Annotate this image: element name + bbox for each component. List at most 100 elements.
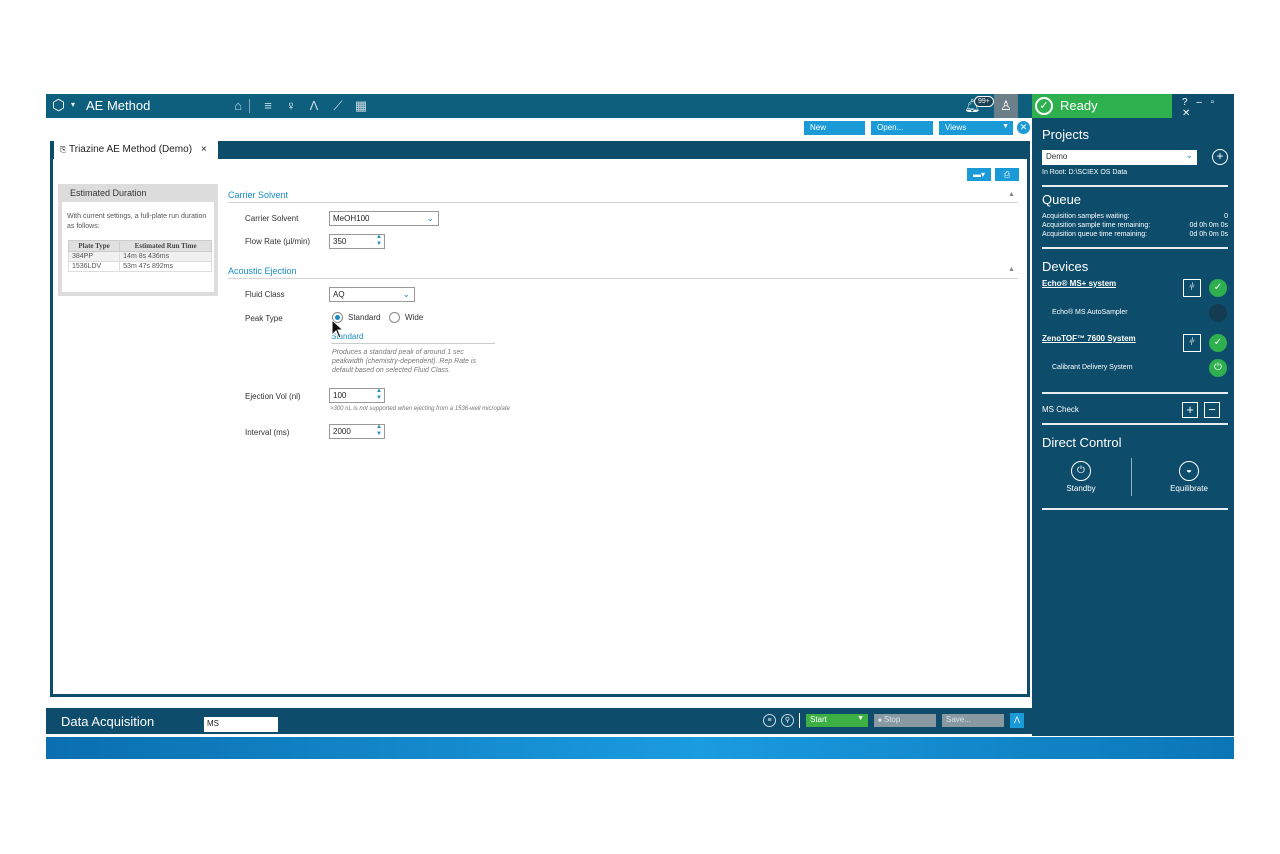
chevron-down-icon: ⌄ bbox=[402, 289, 410, 299]
document-tab-strip: ⎘ Triazine AE Method (Demo) × bbox=[50, 141, 1030, 159]
flow-rate-spinner[interactable]: 350 ▲ ▼ bbox=[329, 234, 385, 249]
column-header: Estimated Run Time bbox=[119, 240, 212, 252]
app-logo-icon[interactable]: ⬡ bbox=[52, 97, 68, 115]
sample-icon[interactable]: ⚲ bbox=[781, 714, 794, 727]
ms-input[interactable]: MS bbox=[204, 717, 278, 732]
close-icon[interactable]: ✕ bbox=[1017, 121, 1030, 134]
device-ok-icon: ✓ bbox=[1209, 334, 1227, 352]
divider bbox=[1042, 508, 1228, 510]
open-button[interactable]: Open... bbox=[871, 121, 933, 135]
save-button[interactable]: Save... bbox=[942, 714, 1004, 727]
spinner-arrows-icon[interactable]: ▲ ▼ bbox=[376, 234, 382, 248]
chart-icon[interactable]: ⟋ bbox=[330, 98, 346, 114]
divider bbox=[331, 343, 495, 344]
batch-icon[interactable]: ≡ bbox=[260, 98, 276, 114]
standby-icon[interactable]: ⏻ bbox=[1071, 461, 1091, 481]
chevron-down-icon: ⌄ bbox=[426, 213, 434, 223]
peak-standard-label[interactable]: Standard bbox=[348, 313, 380, 322]
start-button[interactable]: Start ▼ bbox=[806, 714, 868, 727]
fluid-class-select[interactable]: AQ ⌄ bbox=[329, 287, 415, 302]
devices-title: Devices bbox=[1042, 259, 1089, 274]
tune-icon[interactable]: ⫩ bbox=[1183, 334, 1201, 352]
carrier-solvent-label: Carrier Solvent bbox=[245, 214, 299, 223]
tune-icon[interactable]: ⫩ bbox=[1183, 279, 1201, 297]
plate-type-cell: 384PP bbox=[67, 251, 121, 262]
grid-icon[interactable]: ▦ bbox=[353, 98, 369, 114]
projects-title: Projects bbox=[1042, 127, 1089, 142]
title-bar: ⬡ ▾ AE Method ⌂ ≡ ♀ Λ ⟋ ▦ 🔔︎ 99+ ♙ bbox=[46, 94, 1032, 118]
device-offline-icon bbox=[1209, 304, 1227, 322]
data-acquisition-bar: Data Acquisition MS ≡ ⚲ Start ▼ ■ Stop S… bbox=[46, 708, 1032, 734]
add-project-icon[interactable]: + bbox=[1212, 149, 1228, 165]
chevron-down-icon[interactable]: ▾ bbox=[71, 100, 75, 109]
power-on-icon[interactable]: ⏻ bbox=[1209, 359, 1227, 377]
project-select[interactable]: Demo ⌄ bbox=[1042, 150, 1197, 165]
app-title: AE Method bbox=[86, 98, 151, 113]
data-acquisition-title: Data Acquisition bbox=[61, 714, 155, 729]
carrier-solvent-section-title: Carrier Solvent bbox=[228, 190, 289, 200]
device-echo-link[interactable]: Echo® MS+ system bbox=[1042, 279, 1116, 288]
estimated-duration-panel: Estimated Duration With current settings… bbox=[58, 184, 218, 296]
ms-check-label: MS Check bbox=[1042, 405, 1079, 414]
tab-triazine-method[interactable]: ⎘ Triazine AE Method (Demo) × bbox=[54, 141, 218, 159]
tab-close-icon[interactable]: × bbox=[201, 144, 207, 155]
views-dropdown[interactable]: Views ▼ bbox=[939, 121, 1013, 135]
fluid-class-value: AQ bbox=[333, 290, 345, 299]
queue-item-value: 0 bbox=[1224, 213, 1228, 220]
chevron-down-icon: ▼ bbox=[1002, 123, 1009, 130]
table-row: 384PP 14m 8s 436ms bbox=[67, 251, 212, 262]
equilibrate-label[interactable]: Equilibrate bbox=[1159, 484, 1219, 493]
spinner-arrows-icon[interactable]: ▲ ▼ bbox=[376, 388, 382, 402]
interval-spinner[interactable]: 2000 ▲ ▼ bbox=[329, 424, 385, 439]
ejection-volume-spinner[interactable]: 100 ▲ ▼ bbox=[329, 388, 385, 403]
estimated-duration-title: Estimated Duration bbox=[70, 188, 147, 198]
standby-label[interactable]: Standby bbox=[1051, 484, 1111, 493]
save-dropdown-icon[interactable]: ▬▾ bbox=[967, 168, 991, 181]
peak-wide-label[interactable]: Wide bbox=[405, 313, 423, 322]
flow-rate-label: Flow Rate (µl/min) bbox=[245, 237, 311, 246]
stop-button[interactable]: ■ Stop bbox=[874, 714, 936, 727]
ae-method-icon[interactable]: ♀ bbox=[283, 98, 299, 114]
chevron-down-icon: ▼ bbox=[857, 715, 864, 722]
start-label: Start bbox=[810, 715, 827, 724]
carrier-solvent-value: MeOH100 bbox=[333, 214, 370, 223]
plate-type-cell: 1536LDV bbox=[67, 261, 121, 272]
divider bbox=[228, 202, 1018, 203]
user-icon[interactable]: ♙ bbox=[994, 94, 1018, 118]
queue-icon[interactable]: ≡ bbox=[763, 714, 776, 727]
analytics-logo-icon[interactable]: Λ bbox=[1010, 713, 1024, 728]
carrier-solvent-select[interactable]: MeOH100 ⌄ bbox=[329, 211, 439, 226]
new-button[interactable]: New bbox=[804, 121, 865, 135]
plus-icon[interactable]: + bbox=[1182, 402, 1198, 418]
tab-label: Triazine AE Method (Demo) bbox=[69, 144, 193, 155]
collapse-icon[interactable]: ▲ bbox=[1008, 191, 1015, 198]
device-zeno-link[interactable]: ZenoTOF™ 7600 System bbox=[1042, 334, 1136, 343]
run-time-table: Plate Type Estimated Run Time 384PP 14m … bbox=[67, 240, 212, 272]
chevron-down-icon: ⌄ bbox=[1185, 150, 1193, 160]
device-calibrant-label: Calibrant Delivery System bbox=[1052, 364, 1133, 371]
ejection-volume-value: 100 bbox=[333, 391, 347, 400]
queue-title: Queue bbox=[1042, 192, 1082, 207]
check-icon: ✓ bbox=[1035, 97, 1053, 115]
peak-description: Produces a standard peak of around 1 sec… bbox=[332, 349, 476, 374]
fluid-class-label: Fluid Class bbox=[245, 290, 285, 299]
divider bbox=[1042, 392, 1228, 394]
views-label: Views bbox=[945, 123, 967, 132]
spinner-arrows-icon[interactable]: ▲ ▼ bbox=[376, 424, 382, 438]
run-time-cell: 53m 47s 892ms bbox=[119, 261, 212, 272]
estimated-duration-description: With current settings, a full-plate run … bbox=[67, 213, 207, 230]
divider bbox=[228, 278, 1018, 279]
queue-item-label: Acquisition queue time remaining: bbox=[1042, 231, 1148, 238]
peak-wide-radio[interactable] bbox=[389, 312, 400, 323]
mouse-cursor-icon bbox=[331, 319, 345, 339]
minus-icon[interactable]: − bbox=[1204, 402, 1220, 418]
ejection-volume-label: Ejection Vol (nl) bbox=[245, 392, 301, 401]
analytics-icon[interactable]: Λ bbox=[306, 98, 322, 114]
window-controls[interactable]: ? – ▫ ✕ bbox=[1182, 97, 1234, 119]
equilibrate-icon[interactable]: ◒ bbox=[1179, 461, 1199, 481]
collapse-icon[interactable]: ▲ bbox=[1008, 266, 1015, 273]
column-header: Plate Type bbox=[67, 240, 121, 252]
print-icon[interactable]: ⎙ bbox=[995, 168, 1019, 181]
home-icon[interactable]: ⌂ bbox=[230, 98, 246, 114]
project-root-path: In Root: D:\SCIEX OS Data bbox=[1042, 169, 1128, 176]
